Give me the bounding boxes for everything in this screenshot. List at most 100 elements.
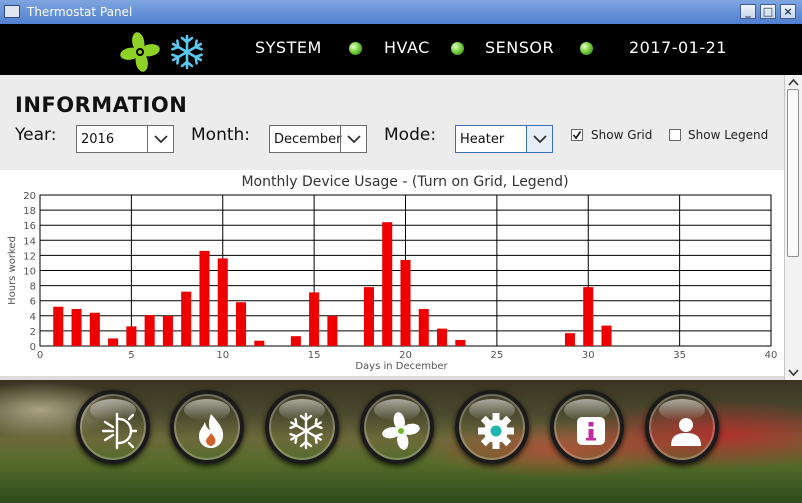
x-tick-label: 20: [399, 350, 412, 361]
mode-value: Heater: [460, 132, 505, 147]
y-tick-label: 20: [23, 191, 36, 202]
status-system: SYSTEM: [255, 38, 322, 57]
year-value: 2016: [81, 132, 115, 147]
x-tick-label: 0: [37, 350, 43, 361]
info-icon: [577, 417, 605, 445]
chart-plot: 0 2 4 6 8 10 12 14 16 18 20 0 5 10 15 20 25 30 35 40 Days in…: [7, 191, 778, 372]
y-tick-label: 2: [30, 327, 36, 338]
flame-icon: [199, 414, 224, 448]
y-tick-label: 4: [30, 312, 36, 323]
status-sensor: SENSOR: [485, 38, 555, 57]
heater-button[interactable]: [170, 390, 244, 464]
usage-chart: Monthly Device Usage - (Turn on Grid, Le…: [0, 170, 784, 376]
chart-bar: [437, 328, 448, 346]
chart-bar: [309, 292, 320, 346]
chart-bar: [363, 287, 374, 346]
chart-bar: [89, 312, 100, 346]
chart-bar: [455, 339, 466, 346]
window-titlebar: Thermostat Panel _ □ ×: [0, 0, 802, 24]
chart-bar: [71, 309, 82, 346]
x-tick-label: 35: [673, 350, 686, 361]
info-heading: INFORMATION: [15, 93, 188, 117]
cooler-button[interactable]: [265, 390, 339, 464]
current-date: 2017-01-21: [629, 38, 727, 57]
gear-icon: [478, 413, 514, 449]
chart-bar: [601, 325, 612, 346]
show-grid-label: Show Grid: [591, 128, 653, 142]
chart-bar: [53, 306, 64, 346]
chart-bar: [108, 338, 119, 346]
y-tick-label: 14: [23, 236, 36, 247]
mode-select[interactable]: Heater: [455, 125, 553, 153]
hvac-status-led: [451, 42, 464, 55]
scroll-down-icon[interactable]: [787, 366, 800, 378]
chevron-down-icon[interactable]: [147, 126, 173, 152]
snowflake-icon: [287, 412, 325, 450]
x-tick-label: 5: [128, 350, 134, 361]
close-button[interactable]: ×: [780, 4, 796, 19]
chart-bar: [290, 336, 301, 346]
information-panel: INFORMATION Year: 2016 Month: December M…: [0, 75, 784, 170]
x-tick-label: 30: [582, 350, 595, 361]
minimize-button[interactable]: _: [740, 4, 756, 19]
maximize-button[interactable]: □: [760, 4, 776, 19]
month-select[interactable]: December: [269, 125, 367, 153]
chart-bar: [235, 302, 247, 346]
x-axis-label: Days in December: [355, 361, 448, 372]
mode-label: Mode:: [384, 125, 437, 145]
chart-bar: [217, 258, 228, 346]
chart-bar: [564, 333, 576, 346]
x-tick-label: 10: [216, 350, 229, 361]
user-icon: [671, 418, 701, 446]
status-bar: SYSTEM HVAC SENSOR 2017-01-21: [0, 24, 802, 75]
vertical-scrollbar[interactable]: [784, 75, 802, 380]
chart-bar: [254, 340, 265, 346]
y-tick-label: 18: [23, 206, 36, 217]
bottom-nav: [0, 380, 802, 503]
month-value: December: [274, 132, 342, 147]
chart-bar: [583, 287, 594, 346]
system-status-led: [349, 42, 362, 55]
year-select[interactable]: 2016: [76, 125, 174, 153]
snowflake-icon: [169, 34, 205, 70]
chart-bar: [181, 291, 192, 346]
x-tick-label: 40: [765, 350, 778, 361]
chart-bar: [418, 309, 429, 346]
show-legend-label: Show Legend: [688, 128, 769, 142]
y-tick-label: 8: [30, 282, 36, 293]
auto-mode-button[interactable]: [76, 390, 150, 464]
chart-bar: [144, 315, 155, 346]
fan-icon: [120, 32, 160, 72]
chart-bar: [126, 326, 137, 346]
fan-icon: [382, 412, 420, 450]
scroll-up-icon[interactable]: [787, 77, 800, 89]
sensor-status-led: [580, 42, 593, 55]
chart-bar: [199, 250, 210, 346]
info-button[interactable]: [550, 390, 624, 464]
y-tick-label: 6: [30, 297, 36, 308]
year-label: Year:: [15, 125, 57, 145]
show-grid-checkbox[interactable]: [571, 129, 583, 141]
y-tick-label: 16: [23, 221, 36, 232]
settings-button[interactable]: [455, 390, 529, 464]
scrollbar-thumb[interactable]: [787, 89, 799, 257]
x-tick-label: 25: [491, 350, 504, 361]
window-title: Thermostat Panel: [27, 5, 133, 19]
chart-bar: [162, 315, 173, 346]
chart-bar: [400, 259, 411, 346]
fan-button[interactable]: [360, 390, 434, 464]
status-hvac: HVAC: [384, 38, 430, 57]
user-button[interactable]: [645, 390, 719, 464]
app-icon: [4, 5, 20, 18]
y-axis-label: Hours worked: [7, 236, 18, 305]
y-tick-label: 12: [23, 251, 36, 262]
sun-snowflake-icon: [101, 412, 137, 450]
y-tick-label: 10: [23, 267, 36, 278]
show-legend-checkbox[interactable]: [669, 129, 681, 141]
chevron-down-icon[interactable]: [340, 126, 366, 152]
chevron-down-icon[interactable]: [526, 126, 552, 152]
x-tick-label: 15: [308, 350, 321, 361]
month-label: Month:: [191, 125, 251, 145]
y-tick-label: 0: [30, 342, 36, 353]
chart-bar: [382, 222, 393, 346]
